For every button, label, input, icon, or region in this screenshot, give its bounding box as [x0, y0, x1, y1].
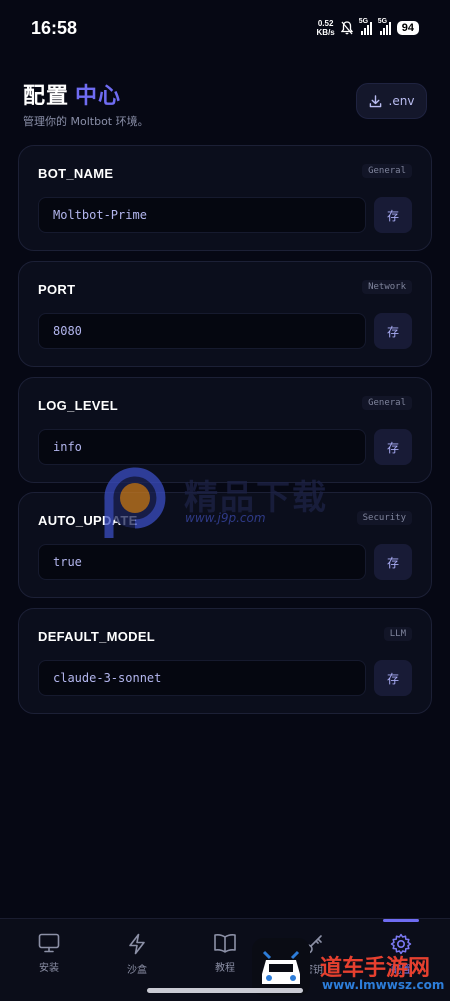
bell-muted-icon [340, 21, 353, 35]
save-button[interactable]: 存 [374, 544, 412, 580]
site-badge-url: www.lmwwsz.com [322, 978, 445, 992]
watermark-logo-icon [104, 467, 166, 538]
nav-label: 安装 [39, 963, 59, 974]
config-value-input[interactable] [38, 313, 366, 349]
config-value-input[interactable] [38, 660, 366, 696]
config-key: LOG_LEVEL [38, 398, 118, 413]
status-time: 16:58 [31, 17, 78, 38]
config-category-badge: General [362, 164, 412, 178]
nav-item-install[interactable]: 安装 [4, 919, 94, 1001]
nav-label: 教程 [215, 963, 235, 974]
config-card-default-model: DEFAULT_MODEL LLM 存 [18, 608, 432, 714]
battery-indicator: 94 [396, 21, 419, 35]
config-key: DEFAULT_MODEL [38, 629, 156, 644]
nav-label: 沙盒 [127, 965, 147, 976]
env-button-label: .env [388, 94, 415, 108]
config-category-badge: Network [362, 280, 412, 294]
save-button[interactable]: 存 [374, 429, 412, 465]
download-icon [369, 94, 381, 107]
network-speed: 0.52 KB/s [316, 19, 335, 37]
env-download-button[interactable]: .env [356, 83, 427, 119]
config-category-badge: General [362, 396, 412, 410]
config-key: PORT [38, 282, 76, 297]
config-value-input[interactable] [38, 544, 366, 580]
page-title-accent: 中心 [75, 84, 122, 109]
config-card-bot-name: BOT_NAME General 存 [18, 145, 432, 251]
signal-icon-2: 5G [378, 18, 391, 35]
save-button[interactable]: 存 [374, 197, 412, 233]
status-bar: 16:58 0.52 KB/s 5G 5G 94 [0, 0, 450, 56]
home-indicator[interactable] [147, 988, 303, 993]
page-header: 配置 中心 管理你的 Moltbot 环境。 .env [23, 78, 427, 128]
save-button[interactable]: 存 [374, 660, 412, 696]
config-value-input[interactable] [38, 197, 366, 233]
monitor-icon [38, 933, 60, 953]
config-category-badge: LLM [383, 627, 412, 641]
watermark: 精品下载 www.j9p.com [99, 460, 359, 540]
watermark-url: www.j9p.com [185, 511, 266, 525]
book-icon [214, 934, 236, 953]
config-card-port: PORT Network 存 [18, 261, 432, 367]
config-key: BOT_NAME [38, 166, 114, 181]
config-category-badge: Security [356, 511, 412, 525]
status-icons: 0.52 KB/s 5G 5G 94 [316, 18, 419, 37]
signal-icon: 5G [359, 18, 372, 35]
lightning-icon [129, 933, 145, 955]
save-button[interactable]: 存 [374, 313, 412, 349]
